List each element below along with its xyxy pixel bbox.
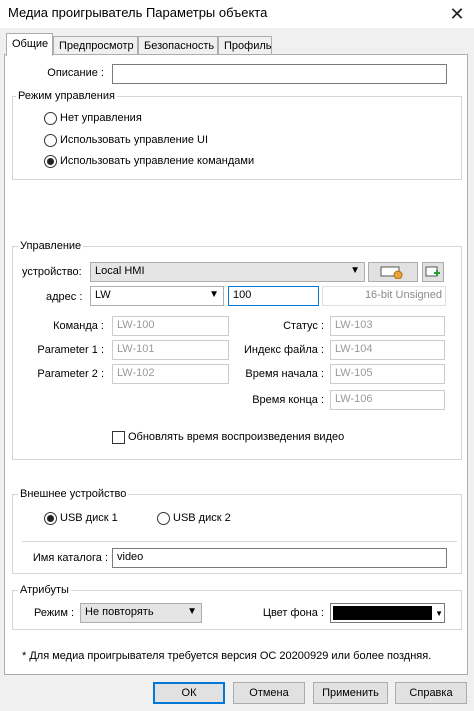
address-format-box: 16-bit Unsigned bbox=[322, 286, 446, 306]
file-index-label: Индекс файла : bbox=[244, 344, 324, 356]
parameter-2-address: LW-102 bbox=[112, 364, 229, 384]
cancel-button[interactable]: Отмена bbox=[233, 682, 305, 704]
tab-profile[interactable]: Профиль bbox=[218, 36, 272, 55]
apply-button[interactable]: Применить bbox=[313, 682, 388, 704]
parameter-1-label: Parameter 1 : bbox=[37, 344, 104, 356]
tab-general[interactable]: Общие bbox=[6, 33, 53, 56]
end-time-label: Время конца : bbox=[252, 394, 324, 406]
device-settings-icon bbox=[380, 266, 403, 280]
refresh-time-label: Обновлять время воспроизведения видео bbox=[128, 431, 345, 443]
command-label: Команда : bbox=[53, 320, 104, 332]
tab-preview[interactable]: Предпросмотр bbox=[53, 36, 138, 55]
close-icon: ✕ bbox=[449, 3, 465, 24]
os-version-note: * Для медиа проигрывателя требуется верс… bbox=[22, 650, 432, 662]
radio-usb-1[interactable] bbox=[44, 512, 57, 525]
tab-security[interactable]: Безопасность bbox=[138, 36, 218, 55]
file-index-address: LW-104 bbox=[330, 340, 445, 360]
radio-usb-2-label: USB диск 2 bbox=[173, 512, 231, 524]
description-input[interactable] bbox=[112, 64, 447, 84]
status-label: Статус : bbox=[283, 320, 324, 332]
command-address: LW-100 bbox=[112, 316, 229, 336]
chevron-down-icon: ▼ bbox=[350, 265, 360, 276]
close-button[interactable]: ✕ bbox=[440, 0, 474, 28]
radio-ui-control-label: Использовать управление UI bbox=[60, 134, 209, 146]
status-address: LW-103 bbox=[330, 316, 445, 336]
bg-color-picker[interactable]: ▼ bbox=[330, 603, 445, 623]
radio-ui-control[interactable] bbox=[44, 134, 57, 147]
chevron-down-icon: ▼ bbox=[187, 606, 197, 617]
control-title: Управление bbox=[18, 240, 84, 252]
device-label: устройство: bbox=[22, 266, 82, 278]
add-device-icon bbox=[425, 266, 440, 277]
parameter-2-label: Parameter 2 : bbox=[37, 368, 104, 380]
parameter-1-address: LW-101 bbox=[112, 340, 229, 360]
folder-label: Имя каталога : bbox=[32, 552, 108, 564]
add-device-button[interactable] bbox=[422, 262, 444, 282]
description-label: Описание : bbox=[47, 67, 104, 79]
window-title: Медиа проигрыватель Параметры объекта bbox=[8, 5, 268, 20]
radio-command-control-label: Использовать управление командами bbox=[60, 155, 255, 167]
device-settings-button[interactable] bbox=[368, 262, 418, 282]
start-time-label: Время начала : bbox=[245, 368, 324, 380]
radio-no-control[interactable] bbox=[44, 112, 57, 125]
radio-command-control[interactable] bbox=[44, 155, 57, 168]
bg-color-swatch bbox=[333, 606, 432, 620]
start-time-address: LW-105 bbox=[330, 364, 445, 384]
bg-color-label: Цвет фона : bbox=[262, 607, 324, 619]
address-label: адрес : bbox=[46, 291, 83, 303]
address-input[interactable]: 100 bbox=[228, 286, 319, 306]
ok-button[interactable]: ОК bbox=[153, 682, 225, 704]
mode-label: Режим : bbox=[33, 607, 74, 619]
radio-no-control-label: Нет управления bbox=[60, 112, 142, 124]
control-mode-title: Режим управления bbox=[16, 90, 117, 102]
radio-usb-1-label: USB диск 1 bbox=[60, 512, 118, 524]
device-select[interactable]: Local HMI ▼ bbox=[90, 262, 365, 282]
attributes-title: Атрибуты bbox=[18, 584, 71, 596]
end-time-address: LW-106 bbox=[330, 390, 445, 410]
address-type-select[interactable]: LW ▼ bbox=[90, 286, 224, 306]
mode-select[interactable]: Не повторять ▼ bbox=[80, 603, 202, 623]
chevron-down-icon: ▼ bbox=[435, 609, 443, 618]
chevron-down-icon: ▼ bbox=[209, 289, 219, 300]
radio-usb-2[interactable] bbox=[157, 512, 170, 525]
address-format: 16-bit Unsigned bbox=[364, 289, 442, 301]
help-button[interactable]: Справка bbox=[395, 682, 467, 704]
external-device-title: Внешнее устройство bbox=[18, 488, 129, 500]
refresh-time-checkbox[interactable] bbox=[112, 431, 125, 444]
folder-input[interactable]: video bbox=[112, 548, 447, 568]
